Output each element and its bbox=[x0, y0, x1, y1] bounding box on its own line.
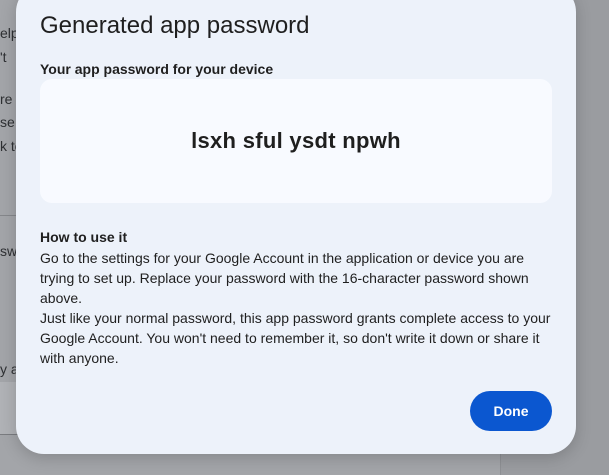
background-text-fragment: 't bbox=[0, 49, 7, 65]
background-text-fragment: re bbox=[0, 91, 13, 107]
howto-heading: How to use it bbox=[40, 229, 128, 245]
app-password-dialog: Generated app password Your app password… bbox=[16, 0, 576, 454]
password-heading: Your app password for your device bbox=[40, 61, 274, 77]
background-text-fragment: sw bbox=[0, 243, 18, 259]
dialog-title: Generated app password bbox=[40, 12, 310, 39]
howto-instructions: Go to the settings for your Google Accou… bbox=[40, 248, 560, 368]
howto-paragraph: Just like your normal password, this app… bbox=[40, 310, 551, 366]
done-button[interactable]: Done bbox=[470, 391, 552, 431]
generated-password[interactable]: lsxh sful ysdt npwh bbox=[191, 128, 401, 154]
password-box: lsxh sful ysdt npwh bbox=[40, 79, 552, 203]
background-text-fragment: se bbox=[0, 114, 15, 130]
howto-paragraph: Go to the settings for your Google Accou… bbox=[40, 250, 529, 306]
